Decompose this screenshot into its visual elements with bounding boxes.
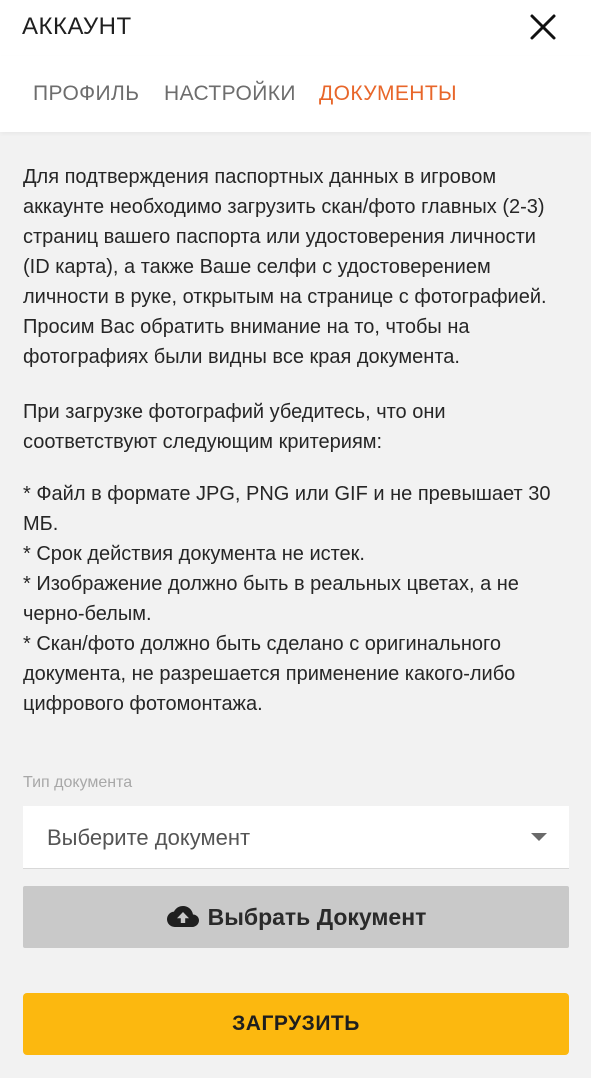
- doc-type-select[interactable]: Выберите документ: [23, 806, 569, 869]
- page-title: АККАУНТ: [22, 13, 132, 40]
- doc-type-label: Тип документа: [23, 774, 133, 791]
- criteria-item: * Изображение должно быть в реальных цве…: [23, 573, 519, 625]
- upload-button[interactable]: ЗАГРУЗИТЬ: [23, 993, 569, 1055]
- criteria-intro-text: При загрузке фотографий убедитесь, что о…: [23, 401, 446, 453]
- upload-button-label: ЗАГРУЗИТЬ: [232, 1012, 360, 1035]
- tab-settings[interactable]: НАСТРОЙКИ: [164, 82, 296, 106]
- close-button[interactable]: [526, 10, 560, 44]
- intro-text: Для подтверждения паспортных данных в иг…: [23, 166, 547, 368]
- doc-type-value: Выберите документ: [47, 825, 251, 850]
- criteria-item: * Скан/фото должно быть сделано с оригин…: [23, 633, 516, 715]
- choose-document-label: Выбрать Документ: [207, 903, 427, 930]
- tabs-bar: ПРОФИЛЬ НАСТРОЙКИ ДОКУМЕНТЫ: [0, 56, 591, 132]
- cloud-upload-icon: [166, 906, 199, 927]
- caret-down-icon: [531, 833, 547, 841]
- criteria-item: * Срок действия документа не истек.: [23, 543, 365, 565]
- tab-documents[interactable]: ДОКУМЕНТЫ: [319, 82, 457, 106]
- documents-instructions: Для подтверждения паспортных данных в иг…: [23, 162, 568, 719]
- close-icon: [530, 14, 556, 40]
- tab-profile[interactable]: ПРОФИЛЬ: [33, 82, 139, 106]
- header-bar: АККАУНТ: [0, 0, 591, 56]
- criteria-item: * Файл в формате JPG, PNG или GIF и не п…: [23, 483, 551, 535]
- choose-document-button[interactable]: Выбрать Документ: [23, 886, 569, 948]
